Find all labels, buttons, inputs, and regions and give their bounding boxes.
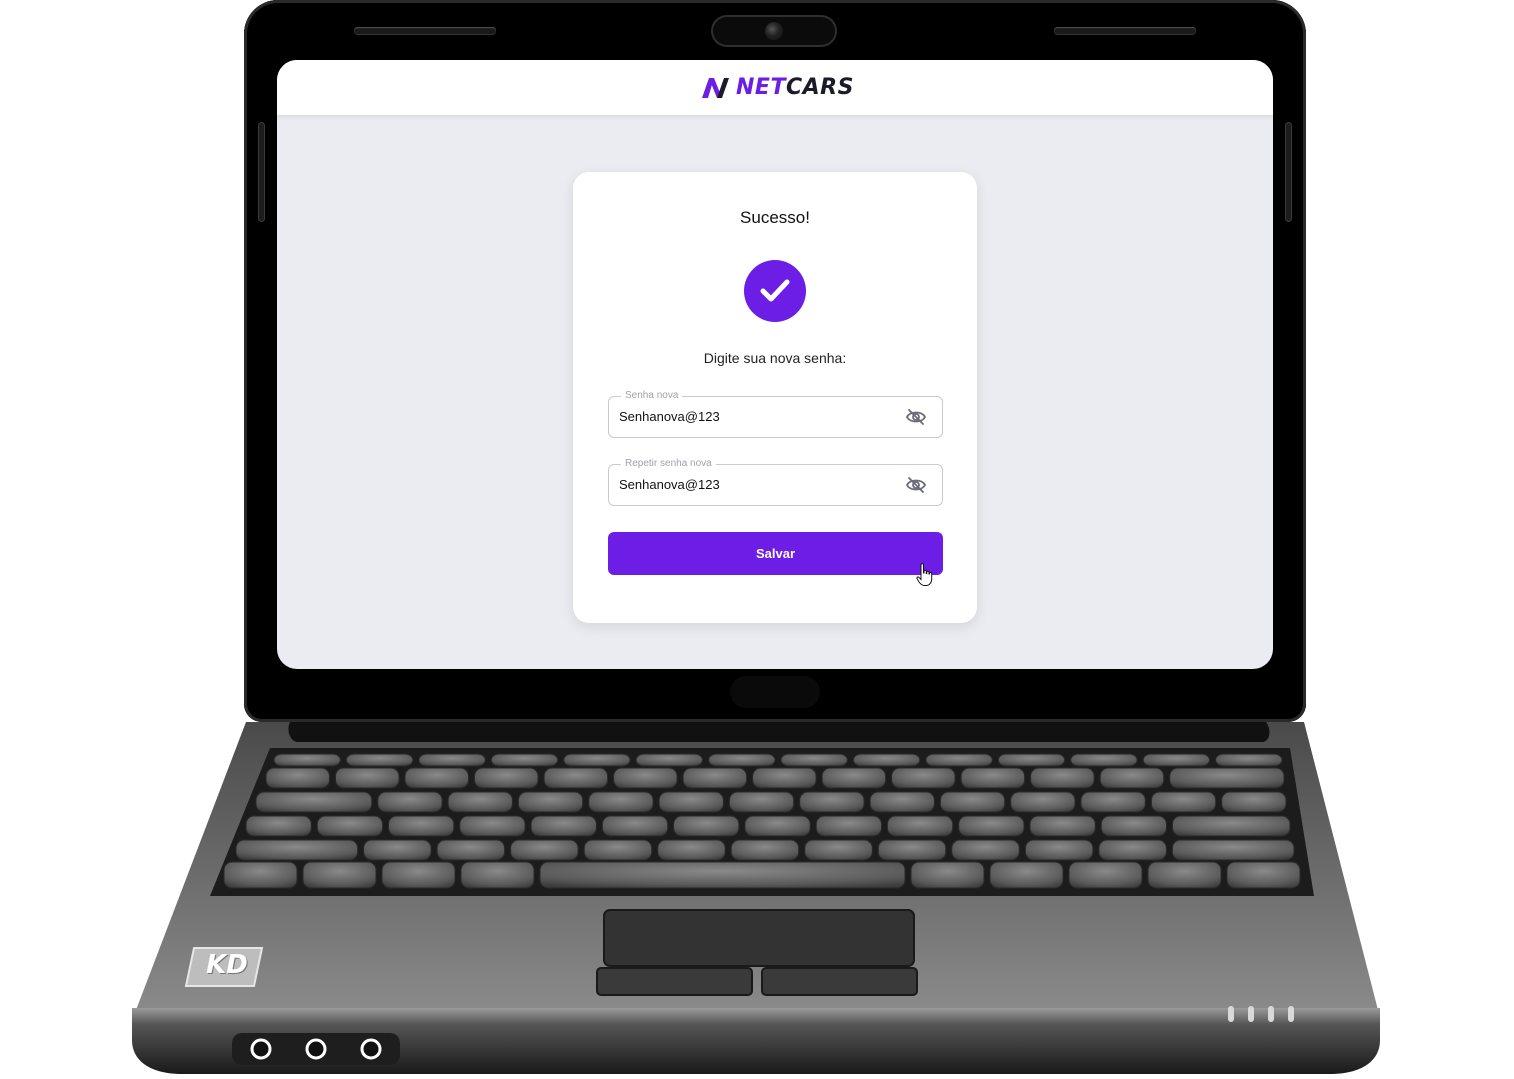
keyboard-key bbox=[388, 815, 455, 837]
keyboard-key bbox=[1030, 767, 1095, 789]
status-light bbox=[1228, 1006, 1234, 1022]
laptop-base bbox=[132, 722, 1380, 1074]
keyboard-key bbox=[459, 815, 526, 837]
keyboard-key bbox=[1098, 839, 1167, 861]
keyboard-key bbox=[223, 861, 298, 889]
keyboard-key bbox=[951, 839, 1020, 861]
keyboard-key bbox=[517, 791, 584, 813]
keyboard-key bbox=[658, 791, 724, 813]
keyboard-key bbox=[958, 815, 1025, 837]
keyboard-key bbox=[886, 815, 954, 837]
keyboard-key bbox=[1172, 815, 1291, 837]
keyboard-key bbox=[377, 791, 443, 813]
keyboard-key bbox=[265, 767, 330, 789]
keyboard-key bbox=[821, 767, 887, 789]
keyboard-key bbox=[891, 767, 956, 789]
keyboard-key bbox=[418, 753, 486, 767]
port-icon bbox=[305, 1038, 327, 1060]
keyboard-key bbox=[510, 839, 579, 861]
keyboard-key bbox=[460, 861, 535, 889]
keyboard-key bbox=[657, 839, 726, 861]
keyboard-key bbox=[447, 791, 513, 813]
keyboard-key bbox=[799, 791, 865, 813]
keyboard-key bbox=[1142, 753, 1210, 767]
keyboard-key bbox=[273, 753, 341, 767]
keyboard-key bbox=[1171, 839, 1295, 861]
keyboard-key bbox=[635, 753, 703, 767]
port-icon bbox=[250, 1038, 272, 1060]
status-light bbox=[1248, 1006, 1254, 1022]
keyboard-key bbox=[1169, 767, 1285, 789]
keyboard-key bbox=[708, 753, 776, 767]
status-light bbox=[1288, 1006, 1294, 1022]
touchpad-left-button bbox=[596, 967, 753, 996]
keyboard-key bbox=[316, 815, 384, 837]
keyboard-key bbox=[255, 791, 373, 813]
keyboard-key bbox=[869, 791, 935, 813]
keyboard-key bbox=[925, 753, 993, 767]
keyboard-key bbox=[1080, 791, 1146, 813]
keyboard-key bbox=[997, 753, 1066, 767]
keyboard-key bbox=[404, 767, 469, 789]
keyboard-key bbox=[780, 753, 848, 767]
keyboard-key bbox=[530, 815, 597, 837]
keyboard-key bbox=[815, 815, 883, 837]
keyboard-key bbox=[363, 839, 432, 861]
keyboard-key bbox=[613, 767, 678, 789]
keyboard-key bbox=[583, 839, 653, 861]
keyboard-key bbox=[730, 839, 800, 861]
touchpad-right-button bbox=[761, 967, 918, 996]
keyboard-key bbox=[543, 767, 609, 789]
keyboard-key bbox=[1147, 861, 1222, 889]
keyboard-key bbox=[245, 815, 312, 837]
keyboard-key bbox=[989, 861, 1064, 889]
keyboard-key bbox=[1150, 791, 1217, 813]
keyboard-key bbox=[752, 767, 817, 789]
keyboard-key bbox=[673, 815, 740, 837]
port-icon bbox=[360, 1038, 382, 1060]
keyboard-key bbox=[744, 815, 811, 837]
status-light bbox=[1268, 1006, 1274, 1022]
touchpad bbox=[603, 909, 915, 967]
keyboard-key bbox=[852, 753, 921, 767]
keyboard-key bbox=[490, 753, 559, 767]
keyboard-key bbox=[345, 753, 414, 767]
keyboard-key bbox=[939, 791, 1006, 813]
keyboard-key bbox=[1010, 791, 1076, 813]
keyboard-key bbox=[1068, 861, 1143, 889]
keyboard-key bbox=[381, 861, 456, 889]
keyboard-key bbox=[436, 839, 506, 861]
keyboard-key bbox=[877, 839, 947, 861]
keyboard-key bbox=[960, 767, 1026, 789]
keyboard-key bbox=[563, 753, 631, 767]
keyboard-key bbox=[1024, 839, 1094, 861]
keyboard-key bbox=[539, 861, 906, 889]
keyboard-key bbox=[1215, 753, 1283, 767]
keyboard-key bbox=[601, 815, 669, 837]
device-badge-label: KD bbox=[206, 950, 248, 980]
keyboard-key bbox=[804, 839, 873, 861]
keyboard-key bbox=[302, 861, 377, 889]
keyboard-key bbox=[682, 767, 748, 789]
keyboard-key bbox=[1100, 815, 1167, 837]
keyboard-key bbox=[1221, 791, 1287, 813]
keyboard-key bbox=[1226, 861, 1301, 889]
keyboard-key bbox=[235, 839, 359, 861]
keyboard-key bbox=[1099, 767, 1165, 789]
keyboard-key bbox=[474, 767, 539, 789]
keyboard-key bbox=[1070, 753, 1138, 767]
keyboard-key bbox=[588, 791, 654, 813]
keyboard-key bbox=[910, 861, 985, 889]
keyboard-key bbox=[1029, 815, 1096, 837]
keyboard-key bbox=[335, 767, 400, 789]
keyboard-key bbox=[728, 791, 795, 813]
